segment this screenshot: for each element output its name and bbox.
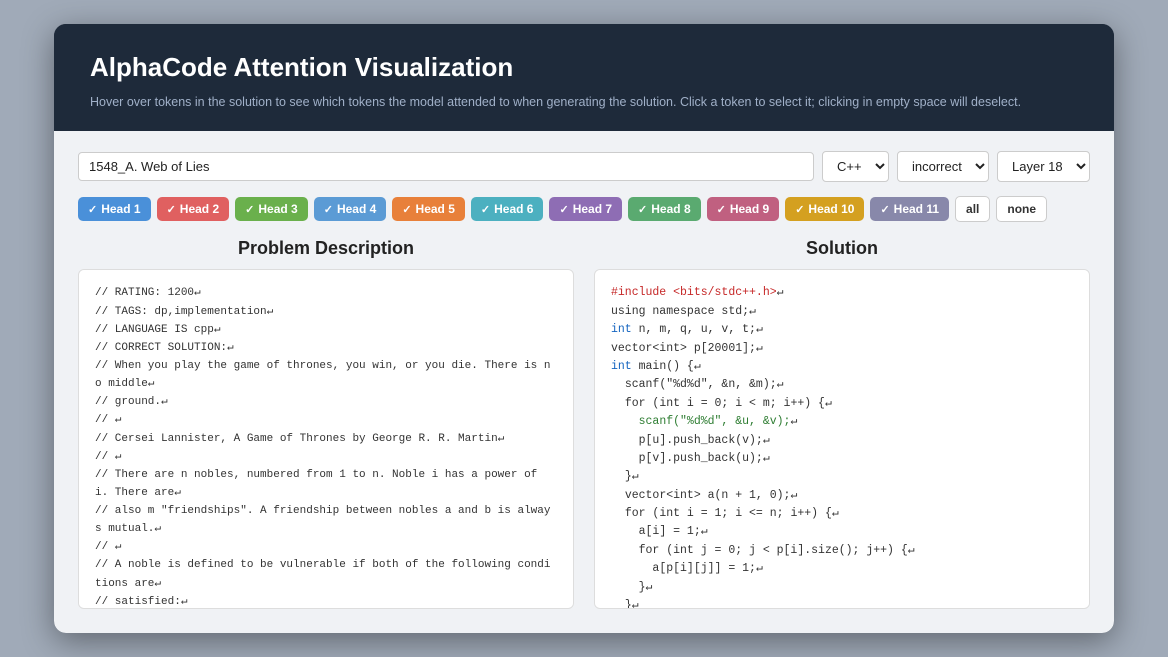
- head-5-label: Head 5: [416, 202, 455, 216]
- problem-panel[interactable]: // RATING: 1200↵ // TAGS: dp,implementat…: [78, 269, 574, 609]
- solution-line: }↵: [611, 597, 1073, 609]
- columns: Problem Description // RATING: 1200↵ // …: [78, 238, 1090, 609]
- solution-line: }↵: [611, 468, 1073, 486]
- heads-bar: ✓ Head 1 ✓ Head 2 ✓ Head 3 ✓ Head 4 ✓ He…: [78, 196, 1090, 222]
- head-4-button[interactable]: ✓ Head 4: [314, 197, 387, 221]
- head-11-label: Head 11: [894, 202, 939, 216]
- solution-line: for (int j = 0; j < p[i].size(); j++) {↵: [611, 542, 1073, 560]
- head-9-label: Head 9: [730, 202, 769, 216]
- problem-line: // ↵: [95, 411, 557, 429]
- language-select[interactable]: C++: [822, 151, 889, 182]
- problem-text: // RATING: 1200↵ // TAGS: dp,implementat…: [95, 284, 557, 609]
- solution-line: for (int i = 0; i < m; i++) {↵: [611, 395, 1073, 413]
- problem-line: // RATING: 1200↵: [95, 284, 557, 302]
- all-button[interactable]: all: [955, 196, 990, 222]
- solution-panel[interactable]: #include <bits/stdc++.h>↵ using namespac…: [594, 269, 1090, 609]
- head-8-label: Head 8: [651, 202, 690, 216]
- problem-line: // There are n nobles, numbered from 1 t…: [95, 466, 557, 502]
- main-content: 1548_A. Web of Lies C++ incorrect correc…: [54, 131, 1114, 633]
- solution-line: int n, m, q, u, v, t;↵: [611, 321, 1073, 339]
- problem-line: // ↵: [95, 538, 557, 556]
- head-6-button[interactable]: ✓ Head 6: [471, 197, 544, 221]
- problem-line: // When you play the game of thrones, yo…: [95, 357, 557, 393]
- problem-input[interactable]: 1548_A. Web of Lies: [78, 152, 814, 181]
- solution-line: vector<int> p[20001];↵: [611, 340, 1073, 358]
- head-10-button[interactable]: ✓ Head 10: [785, 197, 864, 221]
- solution-line: p[v].push_back(u);↵: [611, 450, 1073, 468]
- head-1-label: Head 1: [101, 202, 140, 216]
- problem-line: // also m "friendships". A friendship be…: [95, 502, 557, 538]
- solution-line: p[u].push_back(v);↵: [611, 432, 1073, 450]
- header: AlphaCode Attention Visualization Hover …: [54, 24, 1114, 132]
- solution-column: Solution #include <bits/stdc++.h>↵ using…: [594, 238, 1090, 609]
- solution-line: #include <bits/stdc++.h>↵: [611, 284, 1073, 302]
- layer-select[interactable]: Layer 18: [997, 151, 1090, 182]
- solution-line: }↵: [611, 579, 1073, 597]
- head-10-check: ✓: [795, 203, 804, 216]
- head-9-check: ✓: [717, 203, 726, 216]
- head-5-check: ✓: [402, 203, 411, 216]
- solution-line: scanf("%d%d", &n, &m);↵: [611, 376, 1073, 394]
- app-window: AlphaCode Attention Visualization Hover …: [54, 24, 1114, 634]
- problem-title: Problem Description: [78, 238, 574, 259]
- head-7-label: Head 7: [573, 202, 612, 216]
- head-8-check: ✓: [638, 203, 647, 216]
- head-1-check: ✓: [88, 203, 97, 216]
- solution-line: scanf("%d%d", &u, &v);↵: [611, 413, 1073, 431]
- head-10-label: Head 10: [808, 202, 854, 216]
- head-1-button[interactable]: ✓ Head 1: [78, 197, 151, 221]
- head-4-check: ✓: [324, 203, 333, 216]
- solution-line: a[p[i][j]] = 1;↵: [611, 560, 1073, 578]
- head-3-button[interactable]: ✓ Head 3: [235, 197, 308, 221]
- head-2-check: ✓: [167, 203, 176, 216]
- head-2-button[interactable]: ✓ Head 2: [157, 197, 230, 221]
- head-8-button[interactable]: ✓ Head 8: [628, 197, 701, 221]
- head-11-button[interactable]: ✓ Head 11: [870, 197, 949, 221]
- solution-line: vector<int> a(n + 1, 0);↵: [611, 487, 1073, 505]
- problem-column: Problem Description // RATING: 1200↵ // …: [78, 238, 574, 609]
- problem-line: // TAGS: dp,implementation↵: [95, 303, 557, 321]
- head-7-check: ✓: [559, 203, 568, 216]
- head-9-button[interactable]: ✓ Head 9: [707, 197, 780, 221]
- head-11-check: ✓: [880, 203, 889, 216]
- solution-line: a[i] = 1;↵: [611, 523, 1073, 541]
- problem-line: // A noble is defined to be vulnerable i…: [95, 556, 557, 592]
- correctness-select[interactable]: incorrect correct: [897, 151, 989, 182]
- head-6-check: ✓: [481, 203, 490, 216]
- head-3-check: ✓: [245, 203, 254, 216]
- app-description: Hover over tokens in the solution to see…: [90, 93, 1078, 112]
- app-title: AlphaCode Attention Visualization: [90, 52, 1078, 83]
- solution-line: for (int i = 1; i <= n; i++) {↵: [611, 505, 1073, 523]
- solution-line: using namespace std;↵: [611, 303, 1073, 321]
- problem-line: // satisfied:↵: [95, 593, 557, 610]
- int-keyword2: int: [611, 360, 632, 373]
- controls-bar: 1548_A. Web of Lies C++ incorrect correc…: [78, 151, 1090, 182]
- head-2-label: Head 2: [180, 202, 219, 216]
- head-4-label: Head 4: [337, 202, 376, 216]
- problem-line: // Cersei Lannister, A Game of Thrones b…: [95, 430, 557, 448]
- scanf-call: scanf("%d%d", &u, &v);: [639, 415, 791, 428]
- problem-line: // CORRECT SOLUTION:↵: [95, 339, 557, 357]
- problem-line: // ↵: [95, 448, 557, 466]
- solution-line: int main() {↵: [611, 358, 1073, 376]
- head-5-button[interactable]: ✓ Head 5: [392, 197, 465, 221]
- head-6-label: Head 6: [494, 202, 533, 216]
- head-7-button[interactable]: ✓ Head 7: [549, 197, 622, 221]
- include-directive: #include <bits/stdc++.h>: [611, 286, 777, 299]
- int-keyword: int: [611, 323, 632, 336]
- problem-line: // LANGUAGE IS cpp↵: [95, 321, 557, 339]
- problem-line: // ground.↵: [95, 393, 557, 411]
- none-button[interactable]: none: [996, 196, 1047, 222]
- solution-title: Solution: [594, 238, 1090, 259]
- head-3-label: Head 3: [258, 202, 297, 216]
